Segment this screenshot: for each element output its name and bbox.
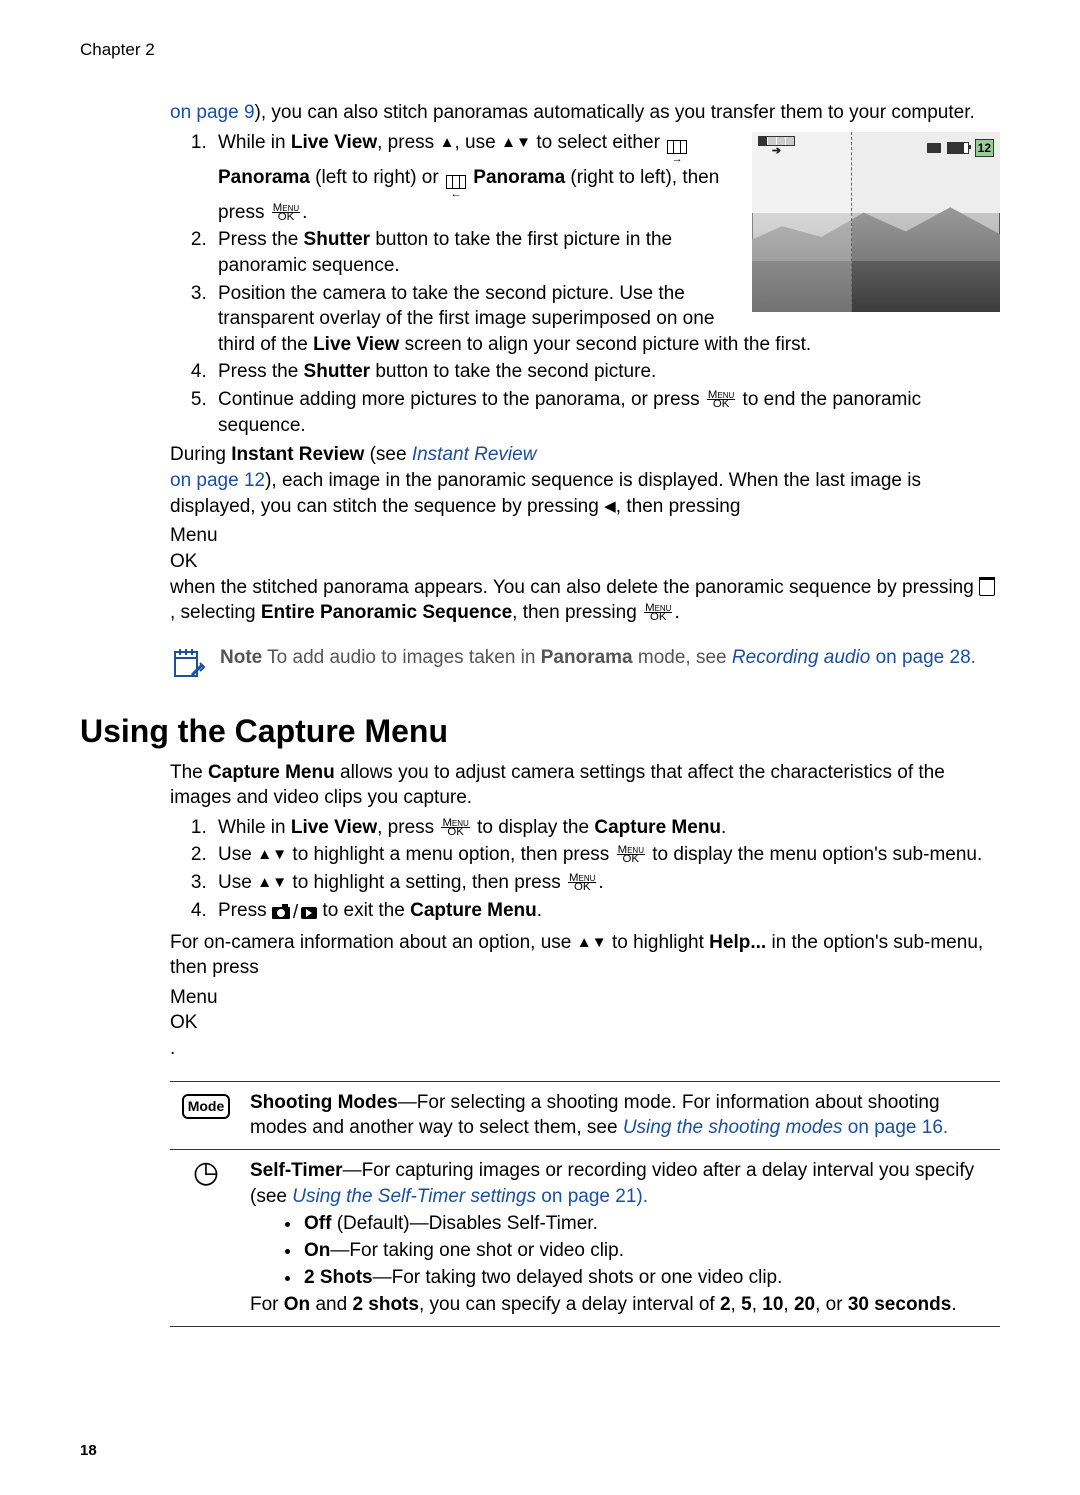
option-off: Off (Default)—Disables Self-Timer. [302,1211,992,1237]
up-down-icon: ▲▼ [257,846,287,863]
menu-ok-icon: MenuOK [272,204,300,221]
panorama-rtl-icon: ← [446,175,466,200]
step-5: Continue adding more pictures to the pan… [212,387,1000,438]
table-row: Mode Shooting Modes—For selecting a shoo… [170,1081,1000,1149]
cell-shooting-modes: Shooting Modes—For selecting a shooting … [242,1081,1000,1149]
link-page-9[interactable]: on page 9 [170,102,255,123]
self-timer-icon: ◷ [193,1156,219,1189]
battery-icon [947,142,969,154]
sd-card-icon [927,143,941,153]
note-block: Note To add audio to images taken in Pan… [170,645,1000,689]
link-shooting-modes[interactable]: Using the shooting modes [623,1117,843,1138]
cm-step-4: Press / to exit the Capture Menu. [212,898,1000,926]
menu-ok-icon: MenuOK [568,874,596,891]
table-row: ◷ Self-Timer—For capturing images or rec… [170,1150,1000,1327]
option-2-shots: 2 Shots—For taking two delayed shots or … [302,1265,992,1291]
up-down-icon: ▲▼ [257,874,287,891]
cell-self-timer: Self-Timer—For capturing images or recor… [242,1150,1000,1327]
cell-mode-icon: Mode [170,1081,242,1149]
menu-ok-icon: MenuOK [707,391,735,408]
cm-step-2: Use ▲▼ to highlight a menu option, then … [212,842,1000,868]
option-on: On—For taking one shot or video clip. [302,1238,992,1264]
panorama-ltr-icon: → [667,140,687,165]
page-number: 18 [80,1442,97,1459]
mode-icon: Mode [182,1094,231,1119]
self-timer-options: Off (Default)—Disables Self-Timer. On—Fo… [250,1211,992,1290]
link-recording-audio[interactable]: Recording audio [732,647,870,668]
menu-ok-icon: MenuOK [441,819,469,836]
link-page-12[interactable]: on page 12 [170,470,265,491]
menu-ok-icon: MenuOK [644,604,672,621]
panorama-preview-image: ➔ 12 [752,132,1000,312]
link-instant-review[interactable]: Instant Review [412,444,537,465]
capture-steps: While in Live View, press MenuOK to disp… [170,815,1000,926]
up-down-icon: ▲▼ [577,934,607,951]
cm-step-1: While in Live View, press MenuOK to disp… [212,815,1000,841]
panorama-frames-icon: ➔ [758,136,795,160]
cell-timer-icon: ◷ [170,1150,242,1327]
heading-capture-menu: Using the Capture Menu [80,713,1000,750]
trash-icon [979,577,995,596]
panorama-intro-continuation: on page 9), you can also stitch panorama… [170,100,1000,126]
up-icon: ▲ [439,134,454,151]
camera-playback-icon: / [272,900,317,926]
link-self-timer[interactable]: Using the Self-Timer settings [292,1186,536,1207]
left-icon: ◀ [604,498,616,515]
step-4: Press the Shutter button to take the sec… [212,359,1000,385]
link-page-28[interactable]: on page 28 [876,647,971,668]
help-line: For on-camera information about an optio… [170,930,1000,981]
capture-menu-table: Mode Shooting Modes—For selecting a shoo… [170,1081,1000,1327]
capture-intro: The Capture Menu allows you to adjust ca… [170,760,1000,811]
up-down-icon: ▲▼ [501,134,531,151]
note-icon [170,645,206,689]
instant-review-paragraph: During Instant Review (see Instant Revie… [170,442,1000,519]
menu-ok-icon: MenuOK [617,846,645,863]
note-label: Note [220,647,262,668]
cm-step-3: Use ▲▼ to highlight a setting, then pres… [212,870,1000,896]
chapter-label: Chapter 2 [80,40,1000,60]
shots-remaining: 12 [975,139,994,157]
